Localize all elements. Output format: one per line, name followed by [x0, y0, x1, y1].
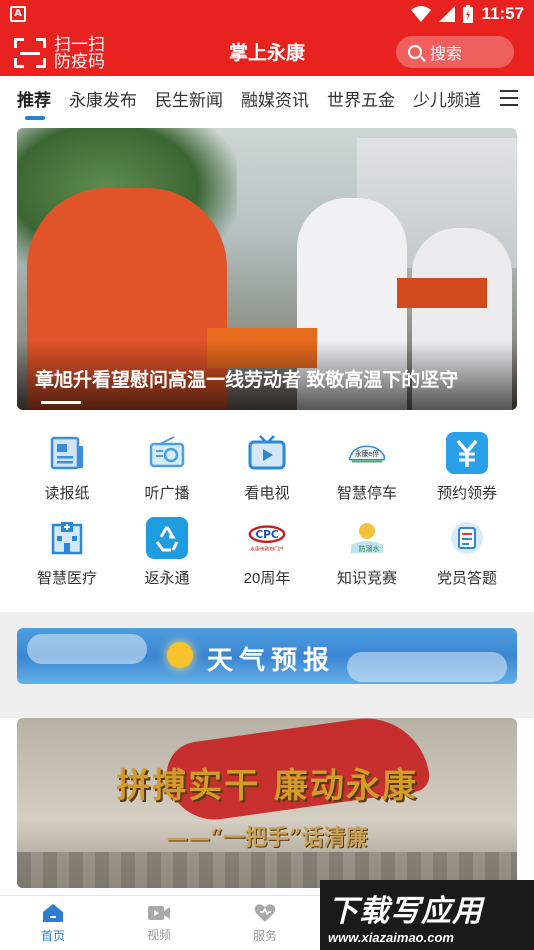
service-listen-radio[interactable]: 听广播	[117, 432, 217, 503]
service-smart-medical[interactable]: 智慧医疗	[17, 517, 117, 588]
quiz-logo-text: 防溺水	[359, 544, 380, 553]
watermark-logo: 下载写应用 www.xiazaimao.com	[320, 880, 534, 950]
service-20th-anniversary[interactable]: CPC 永康市政府门户 20周年	[217, 517, 317, 588]
quiz-icon: 防溺水	[346, 517, 388, 559]
tab-kids-channel[interactable]: 少儿频道	[413, 86, 481, 111]
weather-title: 天气预报	[207, 646, 336, 676]
wifi-icon	[411, 6, 432, 22]
banner-caption-overlay: 章旭升看望慰问高温一线劳动者 致敬高温下的坚守	[17, 340, 517, 410]
promo-title: 拼搏实干 廉动永康	[116, 766, 418, 806]
anniversary-logo-icon: CPC 永康市政府门户	[246, 517, 288, 559]
yen-coupon-icon	[446, 432, 488, 474]
service-knowledge-quiz[interactable]: 防溺水 知识竞赛	[317, 517, 417, 588]
promo-subtitle: ——“一把手”话清廉	[166, 825, 368, 851]
service-watch-tv[interactable]: 看电视	[217, 432, 317, 503]
tv-icon	[246, 432, 288, 474]
search-button[interactable]: 搜索	[396, 36, 514, 68]
service-read-newspaper[interactable]: 读报纸	[17, 432, 117, 503]
weather-forecast-banner[interactable]: 天气预报	[17, 628, 517, 684]
party-answer-icon	[446, 517, 488, 559]
hospital-icon	[46, 517, 88, 559]
service-party-member-answer[interactable]: 党员答题	[417, 517, 517, 588]
newspaper-icon	[46, 432, 88, 474]
scan-label: 扫一扫 防疫码	[54, 35, 105, 71]
service-return-yongkang[interactable]: 返永通	[117, 517, 217, 588]
nav-home[interactable]: 首页	[0, 896, 106, 950]
tab-media-info[interactable]: 融媒资讯	[241, 86, 309, 111]
parking-logo-text: 永康e停	[355, 449, 379, 458]
clock: 11:57	[481, 4, 524, 23]
service-grid: 读报纸 听广播 看电视 永康e停 智慧停车 预约领券 智慧医疗 返永通 CPC …	[17, 432, 517, 588]
search-icon	[408, 45, 422, 59]
app-header: 扫一扫 防疫码 掌上永康 搜索	[0, 28, 534, 76]
banner-caption: 章旭升看望慰问高温一线劳动者 致敬高温下的坚守	[35, 370, 459, 391]
service-reserve-coupon[interactable]: 预约领券	[417, 432, 517, 503]
notification-a-icon: A	[10, 6, 26, 22]
recycle-icon	[146, 517, 188, 559]
tab-hardware[interactable]: 世界五金	[327, 86, 395, 111]
parking-icon: 永康e停	[346, 432, 388, 474]
scan-button[interactable]: 扫一扫 防疫码	[14, 36, 105, 70]
svg-text:CPC: CPC	[255, 529, 278, 541]
home-icon	[43, 903, 63, 922]
status-bar: A 11:57	[0, 0, 534, 28]
anniversary-logo-text: 永康市政府门户	[250, 545, 284, 552]
headline-banner[interactable]: 章旭升看望慰问高温一线劳动者 致敬高温下的坚守	[17, 128, 517, 410]
cellular-signal-icon	[439, 6, 456, 22]
banner-pager	[41, 401, 81, 404]
search-label: 搜索	[430, 44, 463, 63]
nav-video[interactable]: 视频	[106, 896, 212, 950]
integrity-promo-banner[interactable]: 拼搏实干 廉动永康 ——“一把手”话清廉	[17, 718, 517, 888]
scan-qr-icon	[14, 38, 46, 68]
channel-menu-icon[interactable]	[500, 90, 518, 106]
battery-icon	[463, 5, 474, 23]
service-smart-parking[interactable]: 永康e停 智慧停车	[317, 432, 417, 503]
tab-yongkang-release[interactable]: 永康发布	[69, 86, 137, 111]
video-icon	[148, 905, 170, 920]
channel-tabs: 推荐 永康发布 民生新闻 融媒资讯 世界五金 少儿频道	[0, 76, 534, 120]
tab-recommend[interactable]: 推荐	[17, 86, 51, 120]
section-divider-2	[0, 704, 534, 718]
radio-icon	[146, 432, 188, 474]
sun-icon	[167, 642, 193, 668]
main-content: 章旭升看望慰问高温一线劳动者 致敬高温下的坚守 读报纸 听广播 看电视 永康e停	[0, 120, 534, 895]
tab-livelihood-news[interactable]: 民生新闻	[155, 86, 223, 111]
heart-icon	[254, 903, 276, 922]
banner-photo-gift-box-2	[397, 278, 487, 308]
nav-service[interactable]: 服务	[212, 896, 318, 950]
